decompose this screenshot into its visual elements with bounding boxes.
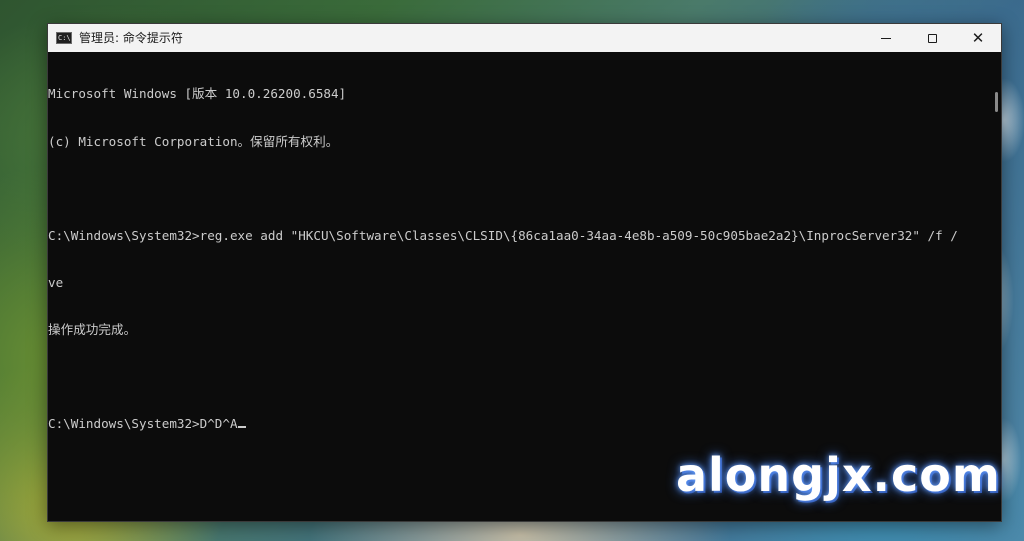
console-prompt-line[interactable]: C:\Windows\System32>D^D^A <box>48 416 989 432</box>
cmd-icon-text: C:\ <box>58 34 71 42</box>
console-prompt-text: C:\Windows\System32>D^D^A <box>48 416 238 432</box>
scroll-thumb[interactable] <box>995 92 998 112</box>
minimize-icon <box>881 37 891 39</box>
console-line: C:\Windows\System32>reg.exe add "HKCU\So… <box>48 227 958 243</box>
watermark-text: alongjx.com <box>676 448 1001 502</box>
console-line: 操作成功完成。 <box>48 321 137 337</box>
console-line: Microsoft Windows [版本 10.0.26200.6584] <box>48 86 347 102</box>
cmd-icon: C:\ <box>56 32 72 44</box>
console-line: ve <box>48 274 64 290</box>
maximize-button[interactable] <box>909 24 955 52</box>
close-icon: ✕ <box>971 28 985 47</box>
title-bar[interactable]: C:\ 管理员: 命令提示符 ✕ <box>48 24 1001 52</box>
maximize-icon <box>927 33 937 43</box>
close-button[interactable]: ✕ <box>955 24 1001 52</box>
text-cursor <box>237 426 246 429</box>
window-title: 管理员: 命令提示符 <box>79 31 183 45</box>
minimize-button[interactable] <box>863 24 909 52</box>
console-line: (c) Microsoft Corporation。保留所有权利。 <box>48 133 339 149</box>
